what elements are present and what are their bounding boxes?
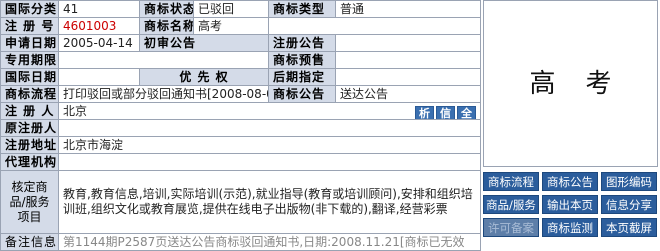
addr-value: 北京市海淀	[57, 136, 482, 154]
class-label: 国际分类	[0, 0, 59, 18]
later-label: 后期指定	[268, 68, 336, 86]
intreg-value	[58, 68, 140, 86]
flow-label: 商标流程	[0, 85, 59, 103]
excl-value	[58, 51, 269, 69]
registrant-label: 注 册 人	[0, 102, 59, 120]
monitor-button[interactable]: 商标监测	[542, 218, 598, 237]
type-value: 普通	[334, 0, 482, 18]
appdate-value: 2005-04-14	[58, 34, 140, 52]
analyze-button[interactable]: 析	[415, 106, 435, 119]
status-label: 商标状态	[139, 0, 194, 18]
registrant-tools: 析信全	[413, 105, 477, 119]
pub-label: 商标公告	[268, 85, 336, 103]
registrant-value: 北京	[63, 104, 88, 118]
info-button[interactable]: 信	[436, 106, 456, 119]
trademark-image-panel: 高考	[483, 0, 658, 167]
right-panel: 高考 商标流程 商标公告 图形编码商品/服务 输出本页 信息分享许可备案 商标监测 本页截屏	[483, 0, 660, 241]
pub-value[interactable]: 送达公告	[334, 85, 482, 103]
figure-code-button[interactable]: 图形编码	[601, 172, 657, 191]
registrant-cell: 北京 析信全	[57, 102, 482, 120]
agent-value	[57, 153, 482, 171]
predict-value	[334, 51, 482, 69]
status-value: 已驳回	[193, 0, 269, 18]
all-button[interactable]: 全	[457, 106, 477, 119]
share-info-button[interactable]: 信息分享	[601, 195, 657, 214]
regno-value[interactable]: 4601003	[58, 17, 140, 35]
trademark-image-text: 高考	[529, 69, 642, 99]
note-value: 第1144期P2587页送达公告商标驳回通知书,日期:2008.11.21[商标…	[57, 233, 482, 251]
trademark-detail-table: 国际分类 41 商标状态 已驳回 商标类型 普通 注 册 号 4601003 商…	[0, 0, 482, 251]
regpub-label: 注册公告	[268, 34, 336, 52]
later-value	[334, 68, 482, 86]
flow-value[interactable]: 打印驳回或部分驳回通知书[2008-08-07]	[58, 85, 269, 103]
goods-label: 核定商品/服务项目	[0, 170, 59, 234]
class-value: 41	[58, 0, 140, 18]
origreg-value	[57, 119, 482, 137]
origreg-label: 原注册人	[0, 119, 59, 137]
appdate-label: 申请日期	[0, 34, 59, 52]
screenshot-button[interactable]: 本页截屏	[601, 218, 657, 237]
intreg-label: 国际日期	[0, 68, 59, 86]
agent-label: 代理机构	[0, 153, 59, 171]
excl-label: 专用期限	[0, 51, 59, 69]
license-filing-button[interactable]: 许可备案	[483, 218, 539, 237]
name-label: 商标名称	[139, 17, 194, 35]
notice-button[interactable]: 商标公告	[542, 172, 598, 191]
goods-services-button[interactable]: 商品/服务	[483, 195, 539, 214]
empty-cell	[267, 17, 482, 35]
goods-value: 教育,教育信息,培训,实际培训(示范),就业指导(教育或培训顾问),安排和组织培…	[57, 170, 482, 234]
addr-label: 注册地址	[0, 136, 59, 154]
regno-label: 注 册 号	[0, 17, 59, 35]
priority-label: 优 先 权	[139, 68, 269, 86]
type-label: 商标类型	[268, 0, 336, 18]
prelim-label: 初审公告	[139, 34, 269, 52]
predict-label: 商标预售	[268, 51, 336, 69]
flow-button[interactable]: 商标流程	[483, 172, 539, 191]
note-label: 备注信息	[0, 233, 59, 251]
name-value: 高考	[193, 17, 269, 35]
export-page-button[interactable]: 输出本页	[542, 195, 598, 214]
regpub-value	[334, 34, 482, 52]
